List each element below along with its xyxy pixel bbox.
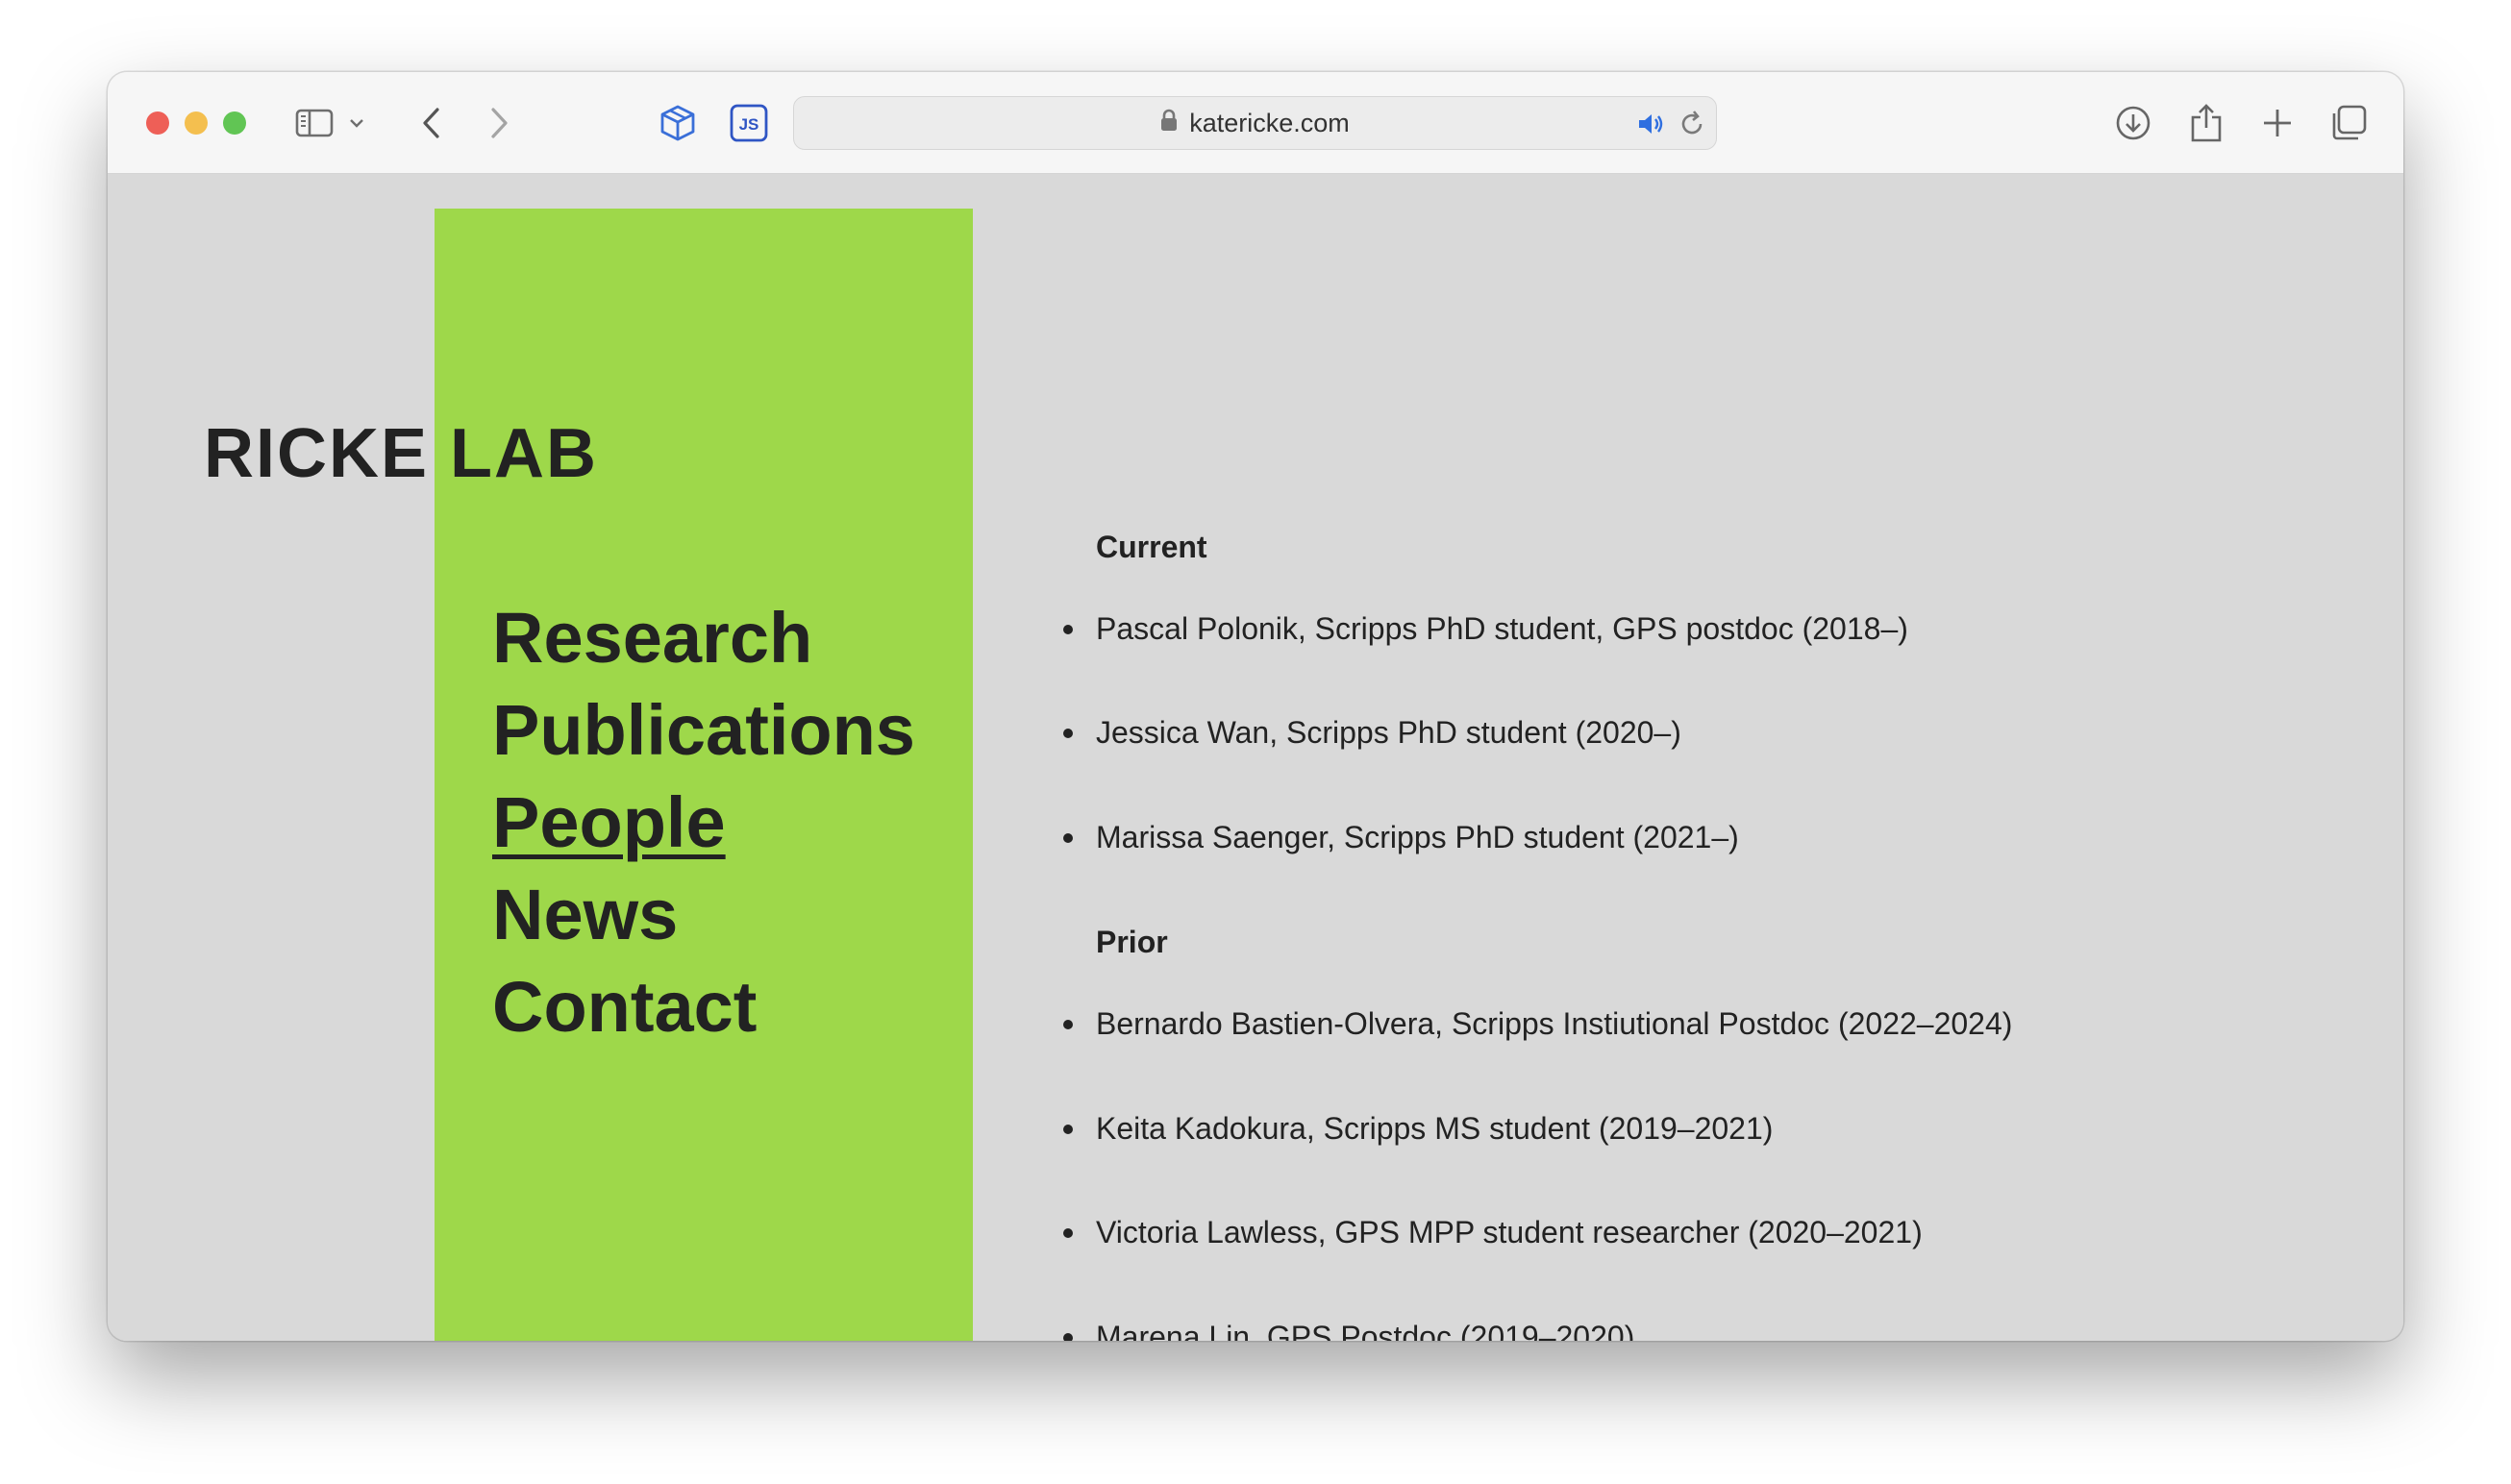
sidebar-toggle-icon[interactable] xyxy=(288,97,340,149)
nav-item-research[interactable]: Research xyxy=(492,597,812,679)
lock-icon xyxy=(1160,109,1178,138)
close-window-button[interactable] xyxy=(146,111,169,135)
nav-item-news[interactable]: News xyxy=(492,874,678,955)
share-icon[interactable] xyxy=(2180,97,2232,149)
audio-playing-icon[interactable] xyxy=(1636,109,1667,139)
list-item: Victoria Lawless, GPS MPP student resear… xyxy=(1063,1215,1923,1250)
javascript-extension-icon[interactable]: JS xyxy=(723,97,775,149)
back-icon[interactable] xyxy=(406,97,458,149)
page-content: RICKE LAB Research Publications People N… xyxy=(108,174,2403,1341)
bullet xyxy=(1063,1125,1073,1134)
url-text: katericke.com xyxy=(1189,108,1350,137)
bullet xyxy=(1063,1228,1073,1238)
address-bar[interactable]: katericke.com xyxy=(793,96,1717,150)
minimize-window-button[interactable] xyxy=(185,111,208,135)
browser-toolbar: JS katericke.com xyxy=(108,72,2403,174)
current-heading: Current xyxy=(1096,530,1207,564)
bullet xyxy=(1063,1333,1073,1341)
prior-heading: Prior xyxy=(1096,925,1168,959)
bullet xyxy=(1063,833,1073,843)
downloads-icon[interactable] xyxy=(2107,97,2159,149)
list-item: Marissa Saenger, Scripps PhD student (20… xyxy=(1063,820,1739,855)
chevron-down-icon[interactable] xyxy=(342,97,371,149)
nav-item-contact[interactable]: Contact xyxy=(492,966,757,1048)
extension-cube-icon[interactable] xyxy=(652,97,704,149)
site-logo[interactable]: RICKE LAB xyxy=(204,414,598,493)
svg-text:JS: JS xyxy=(739,115,759,134)
nav-item-publications[interactable]: Publications xyxy=(492,689,915,771)
bullet xyxy=(1063,729,1073,738)
zoom-window-button[interactable] xyxy=(223,111,246,135)
list-item: Jessica Wan, Scripps PhD student (2020–) xyxy=(1063,715,1681,751)
nav-sidebar xyxy=(435,209,973,1341)
reload-icon[interactable] xyxy=(1677,109,1707,139)
list-item: Marena Lin, GPS Postdoc (2019–2020) xyxy=(1063,1320,1634,1341)
forward-icon[interactable] xyxy=(473,97,525,149)
nav-item-people[interactable]: People xyxy=(492,781,726,863)
new-tab-icon[interactable] xyxy=(2251,97,2303,149)
list-item: Pascal Polonik, Scripps PhD student, GPS… xyxy=(1063,611,1908,647)
bullet xyxy=(1063,625,1073,634)
list-item: Bernardo Bastien-Olvera, Scripps Instiut… xyxy=(1063,1006,2012,1042)
list-item: Keita Kadokura, Scripps MS student (2019… xyxy=(1063,1111,1773,1147)
bullet xyxy=(1063,1020,1073,1029)
browser-window: JS katericke.com RICKE LAB Research Publ… xyxy=(108,72,2403,1341)
tab-overview-icon[interactable] xyxy=(2323,97,2374,149)
